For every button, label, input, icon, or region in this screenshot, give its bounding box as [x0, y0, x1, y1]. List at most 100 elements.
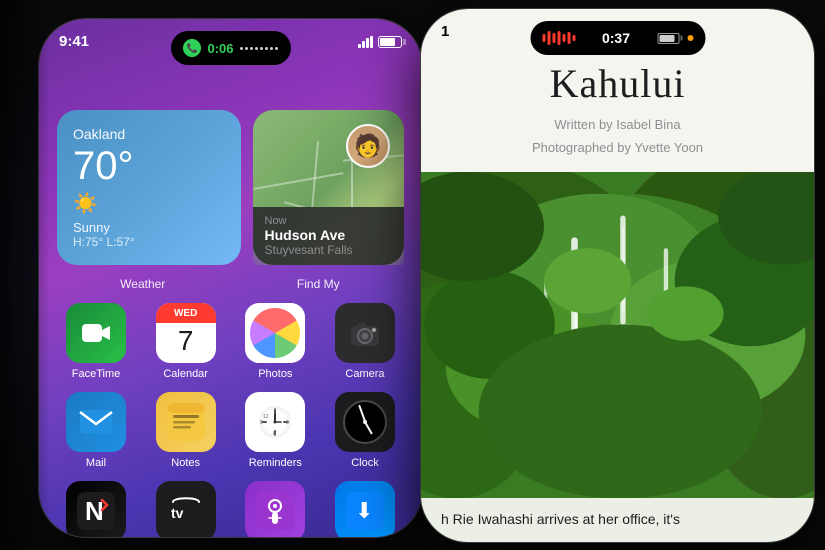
caption-text: h Rie Iwahashi arrives at her office, it… — [441, 511, 680, 527]
notes-icon — [156, 392, 216, 452]
app-photos[interactable]: Photos — [236, 303, 314, 380]
app-row-3: N News tv — [57, 481, 404, 537]
article-photo-svg — [421, 172, 814, 542]
clock-label: Clock — [351, 457, 379, 469]
svg-text:9: 9 — [260, 420, 263, 426]
signal-bar-1 — [358, 44, 361, 48]
svg-text:tv: tv — [171, 505, 184, 521]
phones-container: 9:41 📞 0:06 — [0, 0, 825, 550]
photos-circle — [250, 308, 300, 358]
phone-left: 9:41 📞 0:06 — [38, 18, 423, 538]
status-bar-right: 1 0:37 — [421, 9, 814, 40]
phone-right-screen: 1 0:37 — [421, 9, 814, 542]
weather-temperature: 70° — [73, 144, 225, 189]
mail-label: Mail — [86, 457, 106, 469]
app-clock[interactable]: Clock — [326, 392, 404, 469]
reminders-label: Reminders — [249, 457, 302, 469]
waveform-bar-7 — [572, 35, 575, 41]
calendar-icon: WED 7 — [156, 303, 216, 363]
appletv-icon: tv — [156, 481, 216, 537]
battery-fill-right — [659, 35, 674, 42]
weather-high-low: H:75° L:57° — [73, 235, 225, 249]
dynamic-island-left: 📞 0:06 — [171, 31, 291, 65]
podcasts-icon — [245, 481, 305, 537]
calendar-label: Calendar — [163, 368, 208, 380]
article-title: Kahului — [451, 60, 784, 107]
signal-bar-3 — [366, 38, 369, 48]
phone-right: 1 0:37 — [420, 8, 815, 543]
app-appstore[interactable]: ⬇ App Store — [326, 481, 404, 537]
battery-icon-right — [657, 33, 679, 44]
app-podcasts[interactable]: Podcasts — [236, 481, 314, 537]
phone-left-screen: 9:41 📞 0:06 — [39, 19, 422, 537]
signal-bar-4 — [370, 36, 373, 48]
photographed-by-line: Photographed by Yvette Yoon — [451, 136, 784, 159]
app-appletv[interactable]: tv Apple TV — [147, 481, 225, 537]
app-news[interactable]: N News — [57, 481, 135, 537]
weather-city: Oakland — [73, 126, 225, 142]
clock-center-dot — [363, 420, 367, 424]
audio-dots — [240, 47, 278, 50]
facetime-label: FaceTime — [72, 368, 121, 380]
weather-sun-icon: ☀️ — [73, 191, 225, 216]
app-camera[interactable]: Camera — [326, 303, 404, 380]
app-row-1: FaceTime WED 7 Calendar — [57, 303, 404, 380]
dot-8 — [275, 47, 278, 50]
reminders-icon: 12 3 6 9 — [245, 392, 305, 452]
waveform-bar-5 — [562, 34, 565, 42]
left-edge-shadow — [0, 0, 50, 550]
findmy-widget[interactable]: 🧑 Now Hudson Ave Stuyvesant Falls — [253, 110, 405, 265]
call-duration: 0:06 — [207, 41, 233, 56]
notes-label: Notes — [171, 457, 200, 469]
findmy-info: Now Hudson Ave Stuyvesant Falls — [253, 207, 405, 265]
clock-icon — [335, 392, 395, 452]
status-time-right: 1 — [441, 23, 449, 40]
app-row-2: Mail Notes — [57, 392, 404, 469]
dynamic-island-right: 0:37 — [530, 21, 705, 55]
findmy-city: Stuyvesant Falls — [265, 243, 393, 257]
status-time-left: 9:41 — [59, 33, 89, 50]
svg-text:3: 3 — [286, 420, 289, 426]
app-notes[interactable]: Notes — [147, 392, 225, 469]
battery-fill — [380, 38, 395, 46]
battery-dot — [687, 35, 693, 41]
app-mail[interactable]: Mail — [57, 392, 135, 469]
signal-icon — [358, 36, 373, 48]
dot-6 — [265, 47, 268, 50]
status-icons-right — [358, 36, 402, 48]
map-road-1 — [253, 172, 343, 190]
camera-label: Camera — [345, 368, 384, 380]
clock-face — [343, 400, 387, 444]
mail-icon — [66, 392, 126, 452]
article-image: h Rie Iwahashi arrives at her office, it… — [421, 172, 814, 542]
appstore-icon: ⬇ — [335, 481, 395, 537]
call-icon: 📞 — [183, 39, 201, 57]
waveform-bar-2 — [547, 31, 550, 45]
camera-icon — [335, 303, 395, 363]
waveform-icon — [542, 31, 575, 45]
app-reminders[interactable]: 12 3 6 9 Reminders — [236, 392, 314, 469]
timer-display: 0:37 — [602, 30, 630, 46]
waveform-bar-1 — [542, 34, 545, 42]
app-facetime[interactable]: FaceTime — [57, 303, 135, 380]
weather-condition: Sunny — [73, 220, 225, 235]
dot-4 — [255, 47, 258, 50]
widgets-area: Oakland 70° ☀️ Sunny H:75° L:57° — [39, 50, 422, 537]
article-title-area: Kahului Written by Isabel Bina Photograp… — [421, 40, 814, 172]
status-bar-left: 9:41 📞 0:06 — [39, 19, 422, 50]
findmy-street: Hudson Ave — [265, 227, 393, 243]
svg-text:6: 6 — [273, 431, 276, 437]
app-calendar[interactable]: WED 7 Calendar — [147, 303, 225, 380]
battery-container-right — [657, 33, 693, 44]
dot-7 — [270, 47, 273, 50]
svg-text:⬇: ⬇ — [355, 498, 373, 523]
facetime-icon — [66, 303, 126, 363]
waveform-bar-3 — [552, 33, 555, 43]
dot-1 — [240, 47, 243, 50]
calendar-date: 7 — [178, 325, 194, 357]
dot-5 — [260, 47, 263, 50]
battery-icon — [378, 36, 402, 48]
photos-label: Photos — [258, 368, 292, 380]
news-icon: N — [66, 481, 126, 537]
weather-widget[interactable]: Oakland 70° ☀️ Sunny H:75° L:57° — [57, 110, 241, 265]
